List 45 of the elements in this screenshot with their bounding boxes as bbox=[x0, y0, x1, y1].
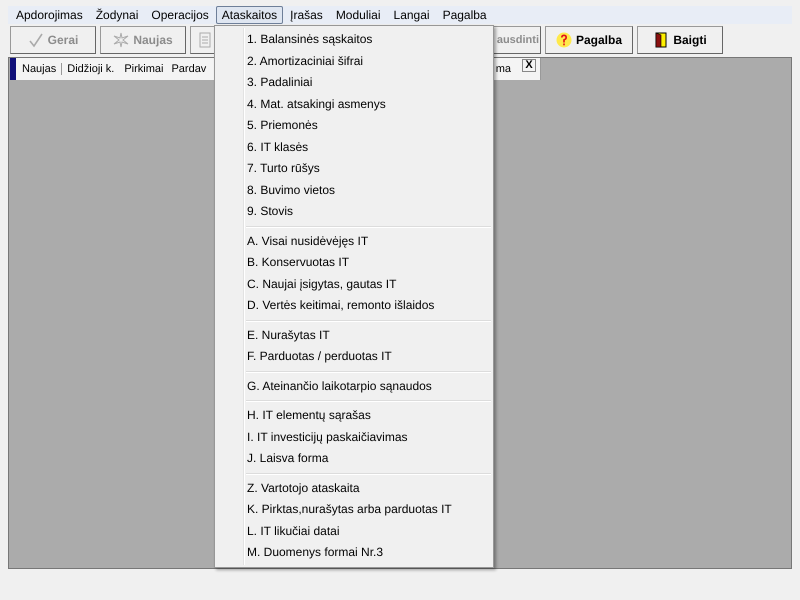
menu-item[interactable]: L. IT likučiai datai bbox=[215, 520, 493, 542]
menu-bar-item[interactable]: Operacijos bbox=[145, 6, 215, 24]
tab[interactable]: Didžioji k. bbox=[62, 63, 120, 75]
menu-item[interactable]: 9. Stovis bbox=[215, 201, 493, 222]
menu-bar-item[interactable]: Įrašas bbox=[284, 6, 329, 24]
menu-item[interactable]: H. IT elementų sąrašas bbox=[215, 405, 493, 426]
menu-item[interactable]: F. Parduotas / perduotas IT bbox=[215, 346, 493, 368]
menu-item[interactable]: Z. Vartotojo ataskaita bbox=[215, 478, 493, 499]
menu-item[interactable]: 1. Balansinės sąskaitos bbox=[215, 29, 493, 50]
menu-bar-item[interactable]: Ataskaitos bbox=[216, 6, 284, 24]
toolbar-button[interactable]: Pagalba bbox=[545, 26, 633, 54]
menu-item[interactable]: J. Laisva forma bbox=[215, 448, 493, 470]
menu-item[interactable]: A. Visai nusidėvėjęs IT bbox=[215, 230, 493, 252]
menu-bar-item[interactable]: Pagalba bbox=[436, 6, 493, 24]
toolbar-button[interactable]: Baigti bbox=[637, 26, 723, 54]
menu-bar-item[interactable]: Apdorojimas bbox=[10, 6, 89, 24]
menu-item[interactable]: M. Duomenys formai Nr.3 bbox=[215, 542, 493, 564]
menu-bar-item[interactable]: Moduliai bbox=[330, 6, 387, 24]
menu-item[interactable]: 4. Mat. atsakingi asmenys bbox=[215, 94, 493, 115]
sparkle-icon bbox=[113, 32, 130, 48]
tab[interactable]: Pirkimai bbox=[119, 63, 168, 75]
help-icon bbox=[556, 32, 572, 48]
menu-bar-item[interactable]: Langai bbox=[388, 6, 436, 24]
menu-item[interactable]: B. Konservuotas IT bbox=[215, 252, 493, 274]
close-button[interactable]: X bbox=[522, 58, 536, 72]
grip-bar bbox=[10, 58, 16, 80]
menu-item[interactable]: 5. Priemonės bbox=[215, 115, 493, 136]
menu-item[interactable]: C. Naujai įsigytas, gautas IT bbox=[215, 274, 493, 295]
menu-item[interactable]: 2. Amortizaciniai šifrai bbox=[215, 50, 493, 72]
menu-item[interactable]: D. Vertės keitimai, remonto išlaidos bbox=[215, 295, 493, 316]
menu-item[interactable]: I. IT investicijų paskaičiavimas bbox=[215, 426, 493, 448]
menu-item[interactable]: 6. IT klasės bbox=[215, 136, 493, 158]
menu-bar-item[interactable]: Žodynai bbox=[90, 6, 144, 24]
door-icon bbox=[653, 32, 670, 48]
menu-item[interactable]: 8. Buvimo vietos bbox=[215, 180, 493, 201]
check-icon bbox=[28, 32, 44, 48]
menu-item[interactable]: 3. Padaliniai bbox=[215, 72, 493, 94]
tab[interactable]: Naujas bbox=[20, 63, 62, 75]
menu-item[interactable]: G. Ateinančio laikotarpio sąnaudos bbox=[215, 376, 493, 397]
document-icon bbox=[197, 32, 213, 48]
tab[interactable]: ma bbox=[490, 63, 516, 75]
menu-item[interactable]: K. Pirktas,nurašytas arba parduotas IT bbox=[215, 499, 493, 520]
tab[interactable]: Pardav bbox=[168, 63, 212, 75]
menu-item[interactable]: 7. Turto rūšys bbox=[215, 158, 493, 180]
menu-item[interactable]: E. Nurašytas IT bbox=[215, 324, 493, 346]
